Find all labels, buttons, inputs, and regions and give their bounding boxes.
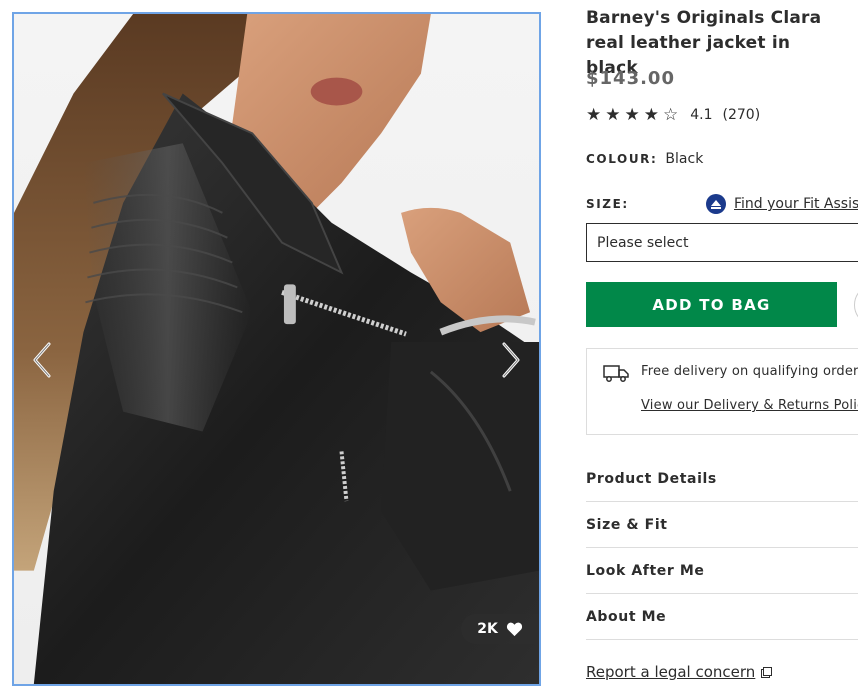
accordion-product-details[interactable]: Product Details (586, 457, 858, 502)
heart-icon (506, 622, 522, 637)
save-for-later-button[interactable] (854, 284, 858, 326)
size-label: SIZE: (586, 197, 629, 211)
product-photo (14, 14, 539, 684)
rating-stars: ★ ★ ★ ★ ☆ (586, 106, 678, 124)
report-legal-concern-link[interactable]: Report a legal concern (586, 663, 773, 681)
free-delivery-text: Free delivery on qualifying orders. (641, 364, 858, 379)
next-image-button[interactable] (495, 340, 525, 380)
chevron-left-icon (33, 342, 51, 378)
star-outline-icon: ☆ (663, 105, 679, 125)
accordion-label: Size & Fit (586, 516, 668, 533)
accordion-look-after-me[interactable]: Look After Me (586, 548, 858, 594)
saved-count-button[interactable]: 2K (461, 614, 539, 644)
colour-row: COLOUR: Black (586, 151, 703, 167)
accordion-about-me[interactable]: About Me (586, 594, 858, 640)
fit-assistant-icon (706, 194, 726, 214)
size-select-value: Please select (597, 234, 689, 251)
product-accordion: Product Details Size & Fit Look After Me… (586, 457, 858, 640)
fit-assistant-link[interactable]: Find your Fit Assistant (706, 194, 858, 214)
review-count[interactable]: (270) (723, 107, 761, 123)
product-rating[interactable]: ★ ★ ★ ★ ☆ 4.1 (270) (586, 106, 760, 124)
delivery-policy-link[interactable]: View our Delivery & Returns Policy (641, 398, 858, 413)
star-icon: ★ (624, 105, 640, 125)
truck-icon (603, 365, 629, 382)
accordion-label: Look After Me (586, 562, 705, 579)
star-icon: ★ (605, 105, 621, 125)
product-image-gallery[interactable]: 2K (12, 12, 541, 686)
delivery-info-box: Free delivery on qualifying orders. View… (586, 348, 858, 435)
chevron-right-icon (502, 342, 520, 378)
external-link-icon (761, 666, 773, 678)
star-icon: ★ (643, 105, 659, 125)
legal-link-label: Report a legal concern (586, 663, 756, 681)
accordion-label: About Me (586, 608, 667, 625)
previous-image-button[interactable] (28, 340, 58, 380)
add-to-bag-button[interactable]: ADD TO BAG (586, 282, 837, 327)
size-row: SIZE: Find your Fit Assistant (586, 194, 858, 214)
product-price: $143.00 (586, 68, 675, 89)
fit-assistant-label[interactable]: Find your Fit Assistant (734, 196, 858, 212)
accordion-label: Product Details (586, 471, 717, 487)
saved-count: 2K (477, 621, 498, 637)
accordion-size-fit[interactable]: Size & Fit (586, 502, 858, 548)
rating-value: 4.1 (690, 107, 713, 123)
star-icon: ★ (586, 105, 602, 125)
colour-label: COLOUR: (586, 152, 658, 166)
colour-value: Black (665, 151, 704, 167)
product-info-panel: Barney's Originals Clara real leather ja… (586, 0, 858, 700)
size-select[interactable]: Please select (586, 223, 858, 262)
